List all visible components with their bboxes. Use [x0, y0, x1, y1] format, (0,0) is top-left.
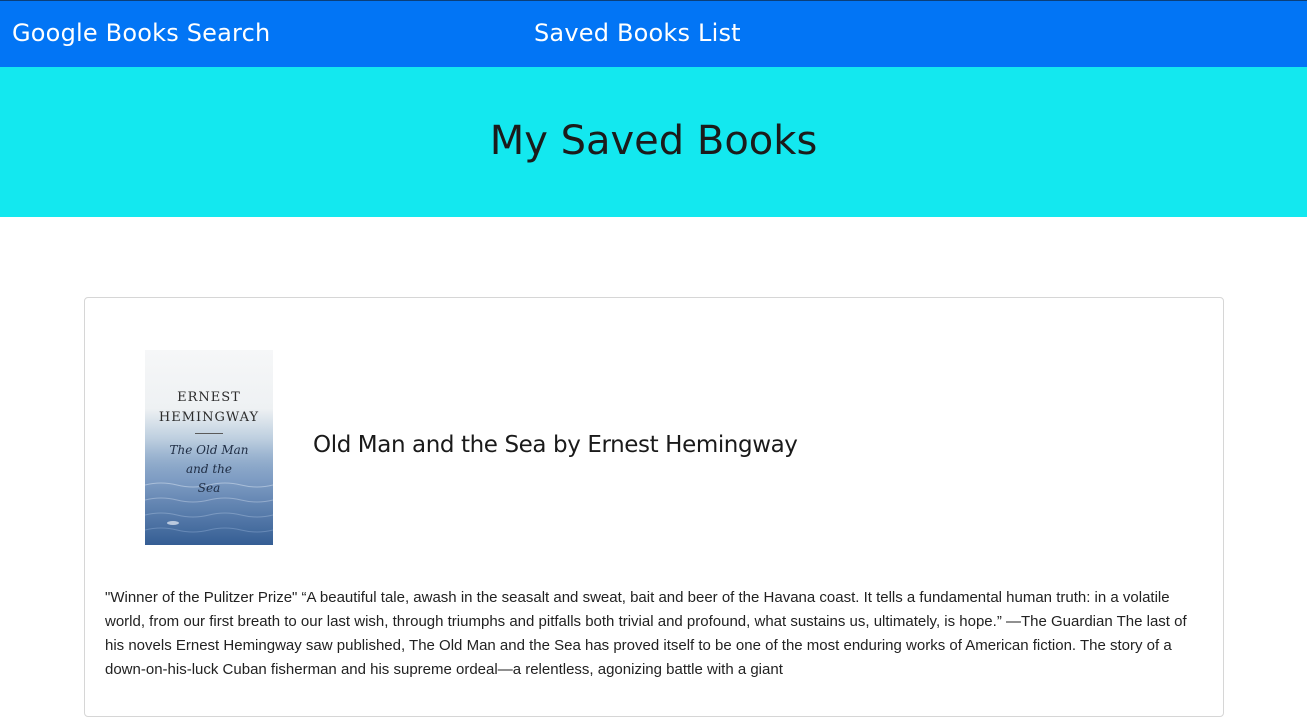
page-header-banner: My Saved Books	[0, 67, 1307, 217]
nav-saved-books-list-link[interactable]: Saved Books List	[534, 17, 741, 49]
cover-author-line-2: HEMINGWAY	[158, 410, 260, 425]
book-description: "Winner of the Pulitzer Prize" “A beauti…	[105, 589, 1187, 678]
cover-sea-graphic	[145, 445, 273, 545]
cover-divider	[195, 433, 223, 434]
cover-title-line-3: Sea	[197, 481, 221, 495]
saved-book-card: ERNEST HEMINGWAY The Old Man and the Sea…	[84, 297, 1224, 717]
cover-title-line-2: and the	[185, 462, 233, 476]
nav-google-books-search-link[interactable]: Google Books Search	[12, 17, 270, 49]
cover-title-line-1: The Old Man	[169, 443, 249, 457]
book-cover-image[interactable]: ERNEST HEMINGWAY The Old Man and the Sea	[145, 350, 273, 545]
cover-author-line-1: ERNEST	[177, 390, 241, 405]
book-title-author: Old Man and the Sea by Ernest Hemingway	[313, 432, 798, 458]
navbar: Google Books Search Saved Books List	[0, 0, 1307, 67]
page-title: My Saved Books	[489, 118, 818, 164]
